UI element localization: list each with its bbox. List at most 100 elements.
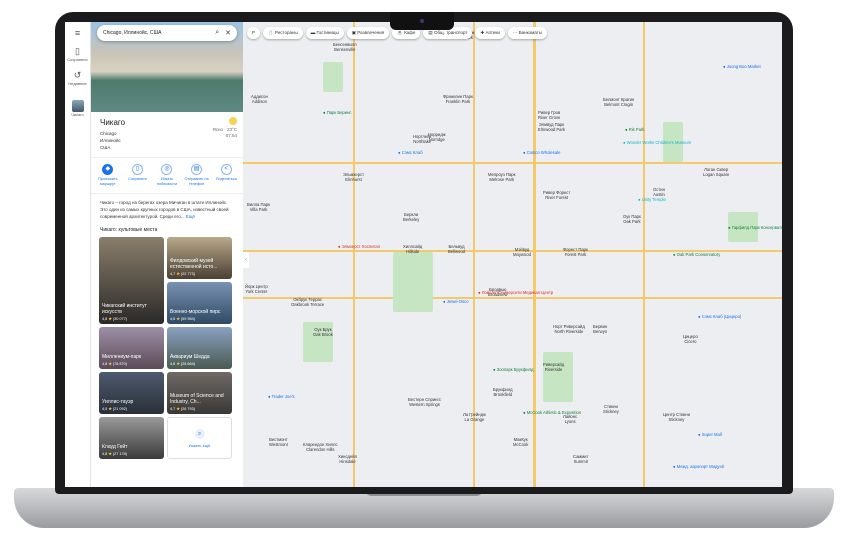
poi-marker[interactable]: ● Лойола Юниверсити Медикал Центр: [478, 290, 553, 295]
place-label: Окбрук Террас Oakbrook Terrace: [291, 297, 325, 307]
card-name: Миллениум-парк: [102, 354, 142, 360]
place-label: Ривер Форест River Forest: [543, 190, 571, 200]
place-label: Риверсайд Riverside: [543, 362, 565, 372]
place-label: Саммит Summit: [573, 454, 589, 464]
poi-marker[interactable]: ● Jewel-Osco: [443, 299, 469, 304]
place-label: Оук Парк Oak Park: [623, 214, 641, 224]
place-card[interactable]: Миллениум-парк 4,8 ★ (78 870): [99, 327, 164, 369]
place-label: Остин Austin: [653, 187, 665, 197]
rail-recent-label: Недавние: [68, 81, 87, 86]
card-count: (30 077): [112, 317, 127, 321]
poi-marker[interactable]: ● McCook Athletic & Exposition: [523, 410, 581, 415]
place-label: Вилла Парк Villa Park: [247, 202, 271, 212]
poi-marker[interactable]: ● Сэмс Клаб (Цицеро): [698, 314, 741, 319]
poi-marker[interactable]: ● Парк Беринс: [323, 110, 352, 115]
chip-label: Рестораны: [274, 30, 298, 35]
directions-label: Проложить маршрут: [98, 177, 118, 186]
rail-saved[interactable]: ▯ Сохранено: [65, 46, 90, 62]
card-rating: 4,8: [102, 317, 108, 321]
place-label: Беркли Berkeley: [403, 212, 420, 222]
card-name: Клауд Гейт: [102, 444, 128, 450]
share-label: Поделиться: [215, 177, 237, 181]
place-card[interactable]: Военно-морской пирс 4,6 ★ (59 984): [167, 282, 232, 324]
poi-marker[interactable]: ● Зоопарк Брукфилд: [493, 367, 533, 372]
more-link[interactable]: Ещё: [186, 214, 195, 219]
laptop-base: [14, 488, 834, 528]
card-name: Уиллис-тауэр: [102, 399, 134, 405]
poi-marker[interactable]: ● Сэмс Клаб: [398, 150, 423, 155]
poi-marker[interactable]: ● Wonder Works Children's Museum: [623, 140, 691, 145]
share-icon: <: [220, 164, 232, 175]
star-icon: ★: [176, 317, 180, 321]
poi-marker[interactable]: ● Межд. аэропорт Мидуэй: [673, 464, 724, 469]
card-count: (22 773): [180, 272, 195, 276]
place-card[interactable]: Museum of Science and Industry, Ch... 4,7…: [167, 372, 232, 414]
place-label: Хиллсайд Hillside: [403, 244, 423, 254]
camera-notch: [390, 12, 454, 30]
send-to-phone-button[interactable]: ▤ Отправить на телефон: [183, 164, 211, 187]
send-label: Отправить на телефон: [184, 177, 209, 186]
place-photo[interactable]: Chicago, Иллинойс, США ⌕ ✕: [91, 22, 243, 112]
poi-marker[interactable]: ● Unity Temple: [638, 197, 666, 202]
search-icon[interactable]: ⌕: [215, 29, 219, 37]
place-label: Вестмонт Westmont: [269, 437, 288, 447]
place-label: Бельвуд Bellwood: [448, 244, 465, 254]
layers-button[interactable]: Р: [247, 27, 261, 39]
search-box[interactable]: Chicago, Иллинойс, США ⌕ ✕: [97, 25, 237, 41]
map-canvas[interactable]: ‹ Р 🍴 Рестораны ▬ Гостиницы ▣ Развлечени…: [243, 22, 782, 487]
star-icon: ★: [108, 317, 112, 321]
card-rating: 4,6: [170, 317, 176, 321]
rail-chicago[interactable]: Чикаго: [65, 100, 90, 117]
place-card[interactable]: Аквариум Шедда 4,6 ★ (28 664): [167, 327, 232, 369]
place-header: Чикаго Chicago Иллинойс США Ясно · 23°C 07:…: [91, 112, 243, 151]
iconic-places-grid: Чикагский институт искусств 4,8 ★ (30 077…: [91, 237, 243, 459]
rail-saved-label: Сохранено: [67, 57, 88, 62]
poi-marker[interactable]: ● Joong Boo Market: [723, 64, 761, 69]
card-rating: 4,7: [170, 272, 176, 276]
place-label: Ла Грейндж La Grange: [463, 412, 486, 422]
search-input[interactable]: Chicago, Иллинойс, США: [103, 30, 209, 36]
poi-marker[interactable]: ● Trader Joe's: [268, 394, 295, 399]
directions-button[interactable]: ◆ Проложить маршрут: [94, 164, 122, 187]
collapse-panel-button[interactable]: ‹: [243, 252, 249, 268]
star-icon: ★: [176, 272, 180, 276]
nearby-label: Искать поблизости: [156, 177, 178, 186]
card-count: (59 984): [180, 317, 195, 321]
place-card[interactable]: Уиллис-тауэр 4,5 ★ (21 092): [99, 372, 164, 414]
save-button[interactable]: ▯ Сохранить: [123, 164, 151, 187]
close-icon[interactable]: ✕: [225, 29, 231, 37]
card-name: Аквариум Шедда: [170, 354, 210, 360]
place-label: Франклин Парк Franklin Park: [443, 94, 473, 104]
place-card[interactable]: Чикагский институт искусств 4,8 ★ (30 077…: [99, 237, 164, 324]
transit-icon: ▤: [428, 30, 433, 35]
directions-icon: ◆: [102, 164, 114, 175]
poi-marker[interactable]: ● Costco Wholesale: [523, 150, 560, 155]
share-button[interactable]: < Поделиться: [212, 164, 240, 187]
poi-marker[interactable]: ● Элмхерст Хоспитал: [338, 244, 380, 249]
card-count: (28 664): [180, 362, 195, 366]
action-buttons: ◆ Проложить маршрут ▯ Сохранить ◎ Искать по…: [91, 157, 243, 194]
chip-pharmacy[interactable]: ✚ Аптеки: [475, 27, 505, 39]
atm-icon: ⋯: [512, 30, 518, 35]
nearby-button[interactable]: ◎ Искать поблизости: [153, 164, 181, 187]
place-label: Мелроуз Парк Melrose Park: [488, 172, 516, 182]
chip-entertainment[interactable]: ▣ Развлечения: [346, 27, 390, 39]
rail-recent[interactable]: ↺ Недавние: [65, 70, 90, 86]
chip-label: Развлечения: [357, 30, 385, 35]
place-label: Кларендон Хиллс Clarendon Hills: [303, 442, 338, 452]
poi-marker[interactable]: ● Oak Park Conservatory: [673, 252, 720, 257]
search-more-button[interactable]: ⌕ Искать ещё: [167, 417, 232, 459]
menu-button[interactable]: ≡: [65, 28, 90, 38]
chip-atm[interactable]: ⋯ Банкоматы: [507, 27, 547, 39]
chip-restaurants[interactable]: 🍴 Рестораны: [263, 27, 303, 39]
place-label: Аддисон Addison: [251, 94, 268, 104]
rail-chicago-label: Чикаго: [71, 112, 84, 117]
phone-icon: ▤: [191, 164, 203, 175]
local-time: 07:54: [225, 133, 237, 138]
place-card[interactable]: Филдовский музей естественной исто... 4,7…: [167, 237, 232, 279]
poi-marker[interactable]: ● Гарфилд Парк Консерватория: [728, 225, 782, 230]
place-card[interactable]: Клауд Гейт 4,8 ★ (27 178): [99, 417, 164, 459]
poi-marker[interactable]: ● Super Mall: [698, 432, 722, 437]
poi-marker[interactable]: ● Ris Park: [625, 127, 645, 132]
chip-hotels[interactable]: ▬ Гостиницы: [305, 27, 344, 39]
